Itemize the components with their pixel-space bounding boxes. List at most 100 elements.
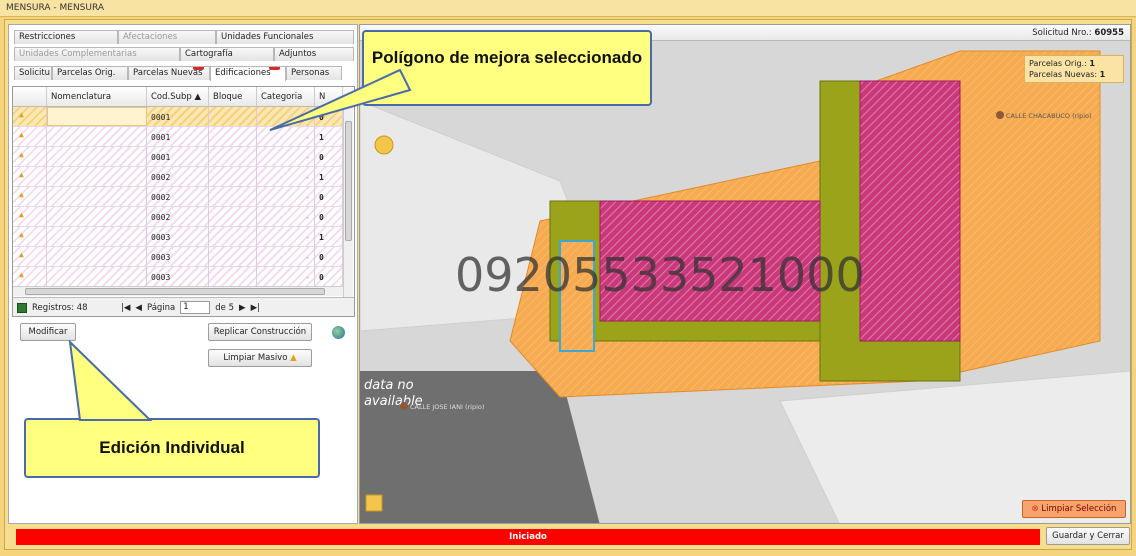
col-icon bbox=[13, 87, 47, 106]
col-cod-subp[interactable]: Cod.Subp ▲ bbox=[147, 87, 209, 106]
cell-bloque bbox=[209, 227, 257, 246]
cell-cod-subp: 0002 bbox=[147, 167, 209, 186]
modificar-button[interactable]: Modificar bbox=[20, 323, 76, 341]
edit-row-icon[interactable]: ▲ bbox=[13, 267, 47, 286]
cell-nomenclatura[interactable] bbox=[47, 247, 147, 266]
edit-row-icon[interactable]: ▲ bbox=[13, 247, 47, 266]
badge-parcelas-nuevas: 1 bbox=[193, 67, 204, 70]
cell-cod-subp: 0002 bbox=[147, 187, 209, 206]
cell-cod-subp: 0003 bbox=[147, 227, 209, 246]
parcelas-nuevas-label: Parcelas Nuevas: bbox=[1029, 70, 1098, 79]
edit-row-icon[interactable]: ▲ bbox=[13, 227, 47, 246]
parcelas-nuevas-value: 1 bbox=[1099, 70, 1106, 79]
tab-unidades-funcionales[interactable]: Unidades Funcionales bbox=[216, 30, 354, 44]
tab-cartografia[interactable]: Cartografía bbox=[180, 47, 274, 61]
cell-bloque bbox=[209, 187, 257, 206]
cell-nomenclatura[interactable] bbox=[47, 267, 147, 286]
status-bar: Iniciado bbox=[16, 529, 1040, 545]
cell-n: 0 bbox=[315, 147, 343, 166]
map-canvas[interactable]: 09205533521000 data no available CALLE C… bbox=[360, 41, 1131, 524]
layers-toggle-icon[interactable] bbox=[365, 494, 383, 512]
cell-cod-subp: 0001 bbox=[147, 107, 209, 126]
table-row[interactable]: ▲ 0002 -0 bbox=[13, 187, 343, 207]
table-row[interactable]: ▲ 0001 -0 bbox=[13, 147, 343, 167]
street-label-chacabuco: CALLE CHACABUCO (ripio) bbox=[1006, 112, 1092, 120]
table-row[interactable]: ▲ 0002 -1 bbox=[13, 167, 343, 187]
cell-categoria: - bbox=[257, 207, 315, 226]
prev-page-icon[interactable]: ◀ bbox=[135, 303, 142, 313]
tab-parcelas-nuevas[interactable]: Parcelas Nuevas1 bbox=[128, 66, 210, 80]
edit-row-icon[interactable]: ▲ bbox=[13, 167, 47, 186]
edit-row-icon[interactable]: ▲ bbox=[13, 207, 47, 226]
grid-horizontal-thumb[interactable] bbox=[25, 288, 325, 295]
tab-row-2: Unidades Complementarias Cartografía Adj… bbox=[14, 47, 354, 61]
cell-nomenclatura[interactable] bbox=[47, 227, 147, 246]
last-page-icon[interactable]: ▶| bbox=[251, 303, 260, 313]
cell-bloque bbox=[209, 167, 257, 186]
edit-row-icon[interactable]: ▲ bbox=[13, 127, 47, 146]
cell-nomenclatura[interactable] bbox=[47, 167, 147, 186]
cell-categoria: - bbox=[257, 227, 315, 246]
records-count: Registros: 48 bbox=[32, 302, 88, 313]
tab-unidades-complementarias[interactable]: Unidades Complementarias bbox=[14, 47, 180, 61]
cell-n: 1 bbox=[315, 167, 343, 186]
cell-cod-subp: 0003 bbox=[147, 267, 209, 286]
cell-nomenclatura[interactable] bbox=[47, 127, 147, 146]
tab-parcelas-nuevas-label: Parcelas Nuevas bbox=[133, 68, 203, 78]
cell-nomenclatura[interactable] bbox=[47, 207, 147, 226]
parcelas-orig-row: Parcelas Orig.: 1 bbox=[1029, 58, 1119, 69]
callout-edicion: Edición Individual bbox=[24, 418, 320, 478]
tab-solicitud[interactable]: Solicitu bbox=[14, 66, 52, 80]
cell-nomenclatura[interactable] bbox=[47, 147, 147, 166]
improvement-polygons-east[interactable] bbox=[859, 80, 961, 342]
replicar-construccion-button[interactable]: Replicar Construcción bbox=[208, 323, 312, 341]
parcelas-nuevas-row: Parcelas Nuevas: 1 bbox=[1029, 69, 1119, 80]
tab-restricciones[interactable]: Restricciones bbox=[14, 30, 118, 44]
street-marker-icon-2 bbox=[400, 402, 408, 410]
cell-bloque bbox=[209, 247, 257, 266]
edit-row-icon[interactable]: ▲ bbox=[13, 187, 47, 206]
cell-categoria: - bbox=[257, 247, 315, 266]
parcelas-orig-value: 1 bbox=[1089, 59, 1095, 68]
edit-row-icon[interactable]: ▲ bbox=[13, 107, 47, 126]
cell-bloque bbox=[209, 147, 257, 166]
table-row[interactable]: ▲ 0003 -1 bbox=[13, 227, 343, 247]
callout-edicion-pointer bbox=[68, 340, 153, 421]
cell-categoria: - bbox=[257, 187, 315, 206]
table-row[interactable]: ▲ 0003 -0 bbox=[13, 247, 343, 267]
cell-nomenclatura[interactable] bbox=[47, 187, 147, 206]
table-row[interactable]: ▲ 0002 -0 bbox=[13, 207, 343, 227]
limpiar-masivo-label: Limpiar Masivo bbox=[223, 353, 288, 363]
cell-categoria: - bbox=[257, 167, 315, 186]
cell-categoria: - bbox=[257, 147, 315, 166]
table-row[interactable]: ▲ 0003 -0 bbox=[13, 267, 343, 287]
excel-export-icon[interactable] bbox=[17, 302, 27, 313]
col-nomenclatura[interactable]: Nomenclatura bbox=[47, 87, 147, 106]
cell-categoria: - bbox=[257, 267, 315, 286]
limpiar-seleccion-button[interactable]: ⊗ Limpiar Selección bbox=[1022, 500, 1126, 518]
tab-afectaciones[interactable]: Afectaciones bbox=[118, 30, 216, 44]
next-page-icon[interactable]: ▶ bbox=[239, 303, 246, 313]
solicitud-value: 60955 bbox=[1094, 28, 1124, 38]
cell-n: 1 bbox=[315, 227, 343, 246]
parcel-nomenclatura-label: 09205533521000 bbox=[455, 248, 865, 302]
page-input[interactable]: 1 bbox=[180, 301, 211, 314]
cell-cod-subp: 0001 bbox=[147, 147, 209, 166]
parcel-summary-box: Parcelas Orig.: 1 Parcelas Nuevas: 1 bbox=[1024, 55, 1124, 83]
tab-adjuntos[interactable]: Adjuntos bbox=[274, 47, 354, 61]
grid-horizontal-scrollbar[interactable] bbox=[13, 286, 343, 296]
first-page-icon[interactable]: |◀ bbox=[121, 303, 130, 313]
no-data-text: data no bbox=[364, 378, 414, 393]
cell-cod-subp: 0001 bbox=[147, 127, 209, 146]
tab-row-1: Restricciones Afectaciones Unidades Func… bbox=[14, 30, 354, 44]
window-title: MENSURA - MENSURA bbox=[0, 0, 1136, 17]
guardar-cerrar-button[interactable]: Guardar y Cerrar bbox=[1046, 527, 1130, 545]
tab-parcelas-orig[interactable]: Parcelas Orig. bbox=[52, 66, 128, 80]
cell-bloque bbox=[209, 207, 257, 226]
edit-row-icon[interactable]: ▲ bbox=[13, 147, 47, 166]
cell-nomenclatura[interactable] bbox=[47, 107, 147, 126]
globe-icon[interactable] bbox=[332, 326, 345, 339]
limpiar-masivo-button[interactable]: Limpiar Masivo ▲ bbox=[208, 349, 312, 367]
grid-pager: Registros: 48 |◀ ◀ Página 1 de 5 ▶ ▶| bbox=[13, 297, 354, 316]
broom-icon: ▲ bbox=[290, 353, 297, 363]
